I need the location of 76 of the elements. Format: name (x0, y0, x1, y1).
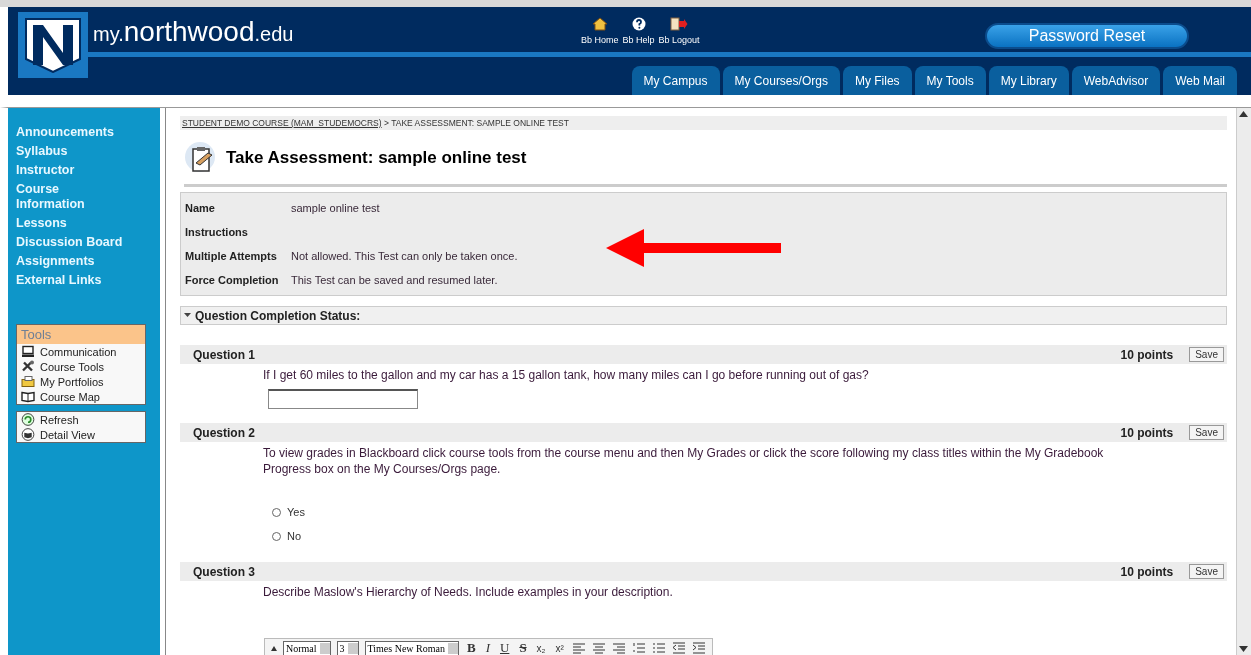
tool-link[interactable]: Course Map (17, 389, 145, 404)
nav-tab[interactable]: Web Mail (1163, 66, 1237, 95)
format-dropdown[interactable]: Normal (283, 640, 331, 655)
option-label: Yes (287, 506, 305, 518)
script-button[interactable]: x₂ (534, 642, 548, 654)
nav-tab[interactable]: My Courses/Orgs (722, 66, 840, 95)
tool-link[interactable]: Course Tools (17, 359, 145, 374)
radio-button[interactable] (272, 531, 281, 541)
radio-button[interactable] (272, 507, 281, 517)
nav-tab[interactable]: My Library (988, 66, 1069, 95)
question-text: To view grades in Blackboard click course tools from the course menu and then My Grades or click the score following my class titles within the My Gradebook Progress box on the My Courses/Orgs page. (263, 445, 1105, 477)
tool-link[interactable]: My Portfolios (17, 374, 145, 389)
save-button[interactable]: Save (1189, 347, 1224, 362)
question-points: 10 points (1120, 425, 1174, 440)
align-left-icon[interactable] (571, 642, 586, 654)
nav-tab[interactable]: My Campus (631, 66, 720, 95)
refresh-icon (21, 413, 35, 426)
nav-tab[interactable]: My Tools (914, 66, 986, 95)
text-style-button[interactable]: I (483, 640, 492, 655)
folder-icon (21, 375, 35, 388)
tools-icon (21, 360, 35, 373)
text-style-button[interactable]: U (498, 640, 512, 655)
align-center-icon[interactable] (591, 642, 606, 654)
door-icon (670, 17, 689, 31)
breadcrumb-link[interactable]: STUDENT DEMO COURSE (MAM_STUDEMOCRS) (182, 118, 382, 128)
caret-icon (184, 312, 191, 319)
nav-tab[interactable]: My Files (842, 66, 912, 95)
header-link[interactable]: Bb Logout (658, 17, 700, 52)
text-style-button[interactable]: S (517, 640, 529, 655)
indent-icon[interactable] (691, 642, 706, 654)
nav-tab[interactable]: WebAdvisor (1071, 66, 1161, 95)
view-link[interactable]: Detail View (17, 427, 145, 442)
header-link[interactable]: Bb Home (581, 17, 619, 52)
bullet-list-icon[interactable] (651, 642, 666, 654)
password-reset-button[interactable]: Password Reset (985, 23, 1189, 49)
info-value: sample online test (291, 202, 380, 214)
text-style-button[interactable]: B (464, 640, 478, 655)
align-right-icon[interactable] (611, 642, 626, 654)
scrollbar[interactable] (1236, 108, 1251, 655)
breadcrumb-current: > TAKE ASSESSMENT: SAMPLE ONLINE TEST (384, 118, 569, 128)
question-title: Question 3 (193, 564, 255, 579)
question-title: Question 1 (193, 347, 255, 362)
help-icon (631, 17, 646, 31)
page-title: Take Assessment: sample online test (226, 148, 527, 168)
view-link[interactable]: Refresh (17, 412, 145, 427)
question-points: 10 points (1120, 347, 1174, 362)
question-title: Question 2 (193, 425, 255, 440)
save-button[interactable]: Save (1189, 564, 1224, 579)
logo-icon[interactable] (18, 12, 88, 78)
script-button[interactable]: x² (553, 642, 566, 654)
info-label: Multiple Attempts (185, 250, 278, 262)
question-text: If I get 60 miles to the gallon and my car has a 15 gallon tank, how many miles can I go before running out of gas? (263, 367, 870, 383)
scroll-down-icon[interactable] (1239, 646, 1248, 652)
format-dropdown[interactable]: 3 (336, 640, 359, 655)
computer-icon (21, 345, 35, 358)
header-link[interactable]: Bb Help (622, 17, 655, 52)
completion-status-bar[interactable]: Question Completion Status: (180, 306, 1227, 325)
answer-field[interactable] (268, 389, 418, 409)
collapse-icon[interactable] (271, 645, 277, 651)
outdent-icon[interactable] (671, 642, 686, 654)
format-dropdown[interactable]: Times New Roman (364, 640, 459, 655)
numbered-list-icon[interactable] (631, 642, 646, 654)
question-points: 10 points (1120, 564, 1174, 579)
house-icon (591, 17, 608, 31)
info-label: Force Completion (185, 274, 280, 286)
tool-link[interactable]: Communication (17, 344, 145, 359)
info-value: Not allowed. This Test can only be taken once. (291, 250, 518, 262)
info-value: This Test can be saved and resumed later. (291, 274, 498, 286)
info-label: Instructions (185, 226, 249, 238)
question-text: Describe Maslow's Hierarchy of Needs. Include examples in your description. (263, 584, 674, 600)
info-label: Name (185, 202, 216, 214)
scroll-up-icon[interactable] (1239, 111, 1248, 117)
save-button[interactable]: Save (1189, 425, 1224, 440)
tools-heading: Tools (17, 325, 145, 344)
option-label: No (287, 530, 302, 542)
site-title: my.northwood.edu (93, 16, 295, 49)
